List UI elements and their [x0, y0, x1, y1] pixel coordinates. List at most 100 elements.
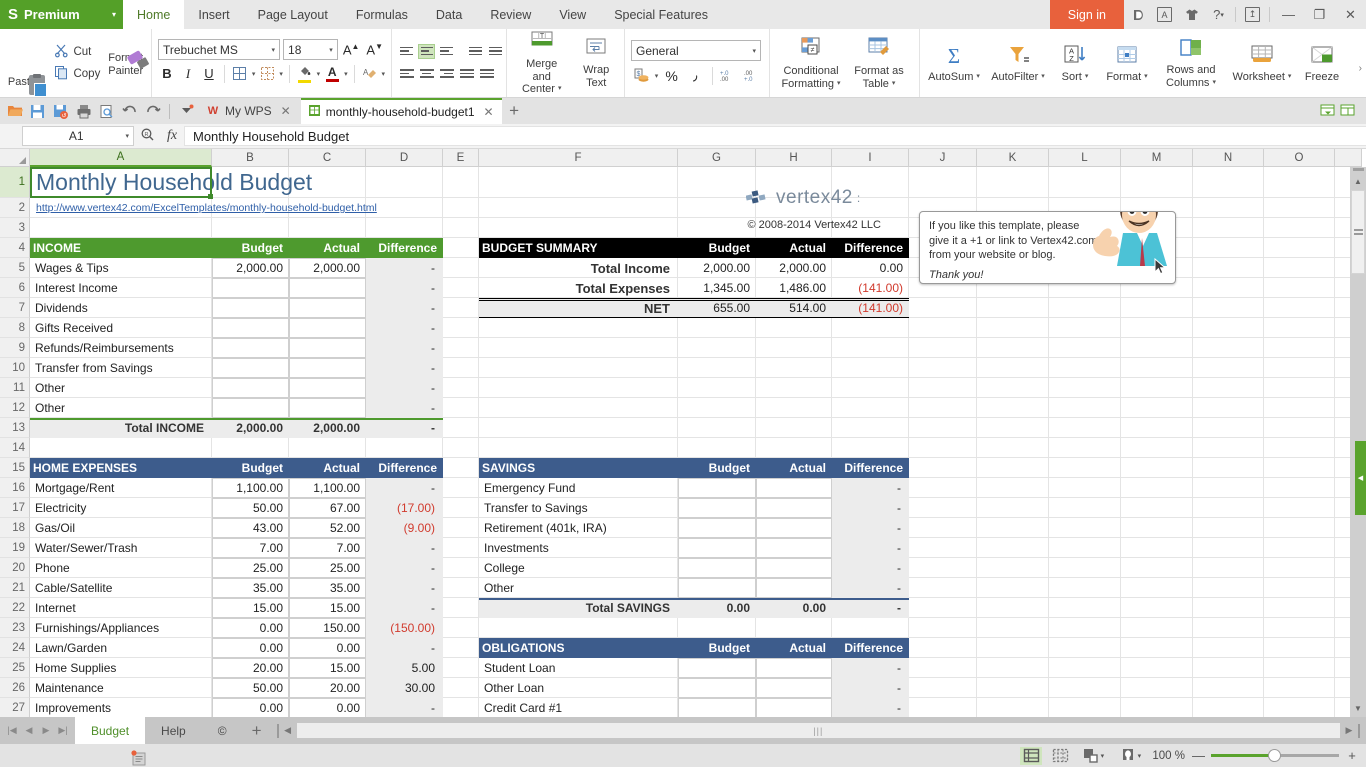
- worksheet-button[interactable]: Worksheet▾: [1226, 31, 1298, 95]
- italic-button[interactable]: I: [179, 63, 197, 84]
- home-expenses-row-budget[interactable]: 1,100.00: [212, 478, 289, 498]
- home-expenses-row-label[interactable]: Electricity: [32, 498, 210, 518]
- income-row-label[interactable]: Refunds/Reimbursements: [32, 338, 210, 358]
- column-header-L[interactable]: L: [1049, 149, 1121, 167]
- savings-row-budget[interactable]: [678, 578, 756, 598]
- normal-view-icon[interactable]: [1020, 747, 1042, 765]
- column-header-M[interactable]: M: [1121, 149, 1193, 167]
- sort-button[interactable]: AZ Sort▾: [1052, 31, 1098, 95]
- home-expenses-row-label[interactable]: Water/Sewer/Trash: [32, 538, 210, 558]
- obligations-row-label[interactable]: Other Loan: [481, 678, 676, 698]
- savings-row-label[interactable]: College: [481, 558, 676, 578]
- home-expenses-row-actual[interactable]: 7.00: [289, 538, 366, 558]
- row-header-16[interactable]: 16: [0, 478, 30, 498]
- autosum-button[interactable]: Σ AutoSum▾: [924, 31, 984, 95]
- currency-icon[interactable]: $: [631, 65, 652, 86]
- obligations-row-budget[interactable]: [678, 658, 756, 678]
- chevron-down-icon[interactable]: ▾: [382, 70, 386, 78]
- home-expenses-row-actual[interactable]: 25.00: [289, 558, 366, 578]
- row-header-25[interactable]: 25: [0, 658, 30, 678]
- horizontal-scroll-thumb[interactable]: |||: [297, 723, 1340, 738]
- income-row-budget[interactable]: [212, 378, 289, 398]
- scroll-left-arrow-icon[interactable]: ◀: [282, 725, 294, 736]
- obligations-row-budget[interactable]: [678, 698, 756, 717]
- home-expenses-row-label[interactable]: Phone: [32, 558, 210, 578]
- font-size-combo[interactable]: 18 ▾: [283, 39, 338, 60]
- help-icon[interactable]: ?▾: [1205, 0, 1232, 29]
- save-icon[interactable]: [27, 101, 48, 122]
- row-header-18[interactable]: 18: [0, 518, 30, 538]
- copy-button[interactable]: Copy: [50, 64, 104, 84]
- fill-color-button[interactable]: [296, 63, 314, 84]
- scroll-up-arrow-icon[interactable]: ▲: [1350, 173, 1366, 190]
- paste-button[interactable]: Paste ▾: [4, 31, 46, 95]
- next-sheet-button[interactable]: ▶: [38, 725, 54, 736]
- align-middle-button[interactable]: [418, 44, 435, 59]
- align-center-button[interactable]: [418, 66, 435, 81]
- redo-icon[interactable]: [142, 101, 163, 122]
- home-expenses-row-actual[interactable]: 52.00: [289, 518, 366, 538]
- collapse-ribbon-icon[interactable]: [1320, 103, 1336, 120]
- home-expenses-row-actual[interactable]: 0.00: [289, 638, 366, 658]
- column-header-F[interactable]: F: [479, 149, 678, 167]
- row-header-2[interactable]: 2: [0, 198, 30, 218]
- home-expenses-row-budget[interactable]: 0.00: [212, 638, 289, 658]
- shrink-font-button[interactable]: A▼: [364, 42, 385, 57]
- home-expenses-row-actual[interactable]: 15.00: [289, 658, 366, 678]
- scroll-down-arrow-icon[interactable]: ▼: [1350, 700, 1366, 717]
- home-expenses-row-budget[interactable]: 0.00: [212, 698, 289, 717]
- comma-style-button[interactable]: ٫: [685, 65, 706, 86]
- savings-row-label[interactable]: Other: [481, 578, 676, 598]
- column-header-C[interactable]: C: [289, 149, 366, 167]
- income-row-actual[interactable]: [289, 398, 366, 418]
- zoom-slider[interactable]: [1211, 754, 1339, 757]
- freeze-panes-button[interactable]: Freeze: [1298, 31, 1346, 95]
- row-header-13[interactable]: 13: [0, 418, 30, 438]
- restore-button[interactable]: ❐: [1304, 0, 1335, 29]
- home-expenses-row-label[interactable]: Improvements: [32, 698, 210, 717]
- sign-in-button[interactable]: Sign in: [1050, 0, 1124, 29]
- open-folder-icon[interactable]: [4, 101, 25, 122]
- income-row-label[interactable]: Other: [32, 378, 210, 398]
- merge-and-center-button[interactable]: T Merge and Center▾: [511, 31, 572, 95]
- document-notification-icon[interactable]: [130, 750, 148, 766]
- wrap-text-button[interactable]: Wrap Text: [572, 31, 620, 95]
- row-header-11[interactable]: 11: [0, 378, 30, 398]
- underline-button[interactable]: U: [200, 63, 218, 84]
- income-row-budget[interactable]: [212, 298, 289, 318]
- scroll-right-arrow-icon[interactable]: ▶: [1343, 725, 1355, 736]
- percent-style-button[interactable]: %: [661, 65, 682, 86]
- income-row-actual[interactable]: [289, 358, 366, 378]
- column-header-O[interactable]: O: [1264, 149, 1335, 167]
- border-style-icon[interactable]: [258, 63, 276, 84]
- income-row-actual[interactable]: 2,000.00: [289, 258, 366, 278]
- doc-tab-monthly-household-budget1[interactable]: monthly-household-budget1 ✕: [301, 98, 502, 124]
- chevron-down-icon[interactable]: ▾: [279, 70, 283, 78]
- home-expenses-row-budget[interactable]: 35.00: [212, 578, 289, 598]
- home-expenses-row-actual[interactable]: 1,100.00: [289, 478, 366, 498]
- obligations-row-actual[interactable]: [756, 658, 832, 678]
- close-icon[interactable]: ✕: [281, 104, 291, 118]
- column-header-B[interactable]: B: [212, 149, 289, 167]
- menu-home[interactable]: Home: [123, 0, 184, 29]
- home-expenses-row-budget[interactable]: 7.00: [212, 538, 289, 558]
- home-expenses-row-label[interactable]: Furnishings/Appliances: [32, 618, 210, 638]
- summary-row-actual[interactable]: 2,000.00: [756, 258, 826, 278]
- sheet-tab-copyright[interactable]: ©: [202, 717, 243, 744]
- home-expenses-row-budget[interactable]: 50.00: [212, 498, 289, 518]
- print-preview-icon[interactable]: [96, 101, 117, 122]
- insert-function-icon[interactable]: fx: [160, 128, 184, 144]
- income-row-label[interactable]: Wages & Tips: [32, 258, 210, 278]
- column-header-I[interactable]: I: [832, 149, 909, 167]
- savings-row-actual[interactable]: [756, 578, 832, 598]
- savings-row-label[interactable]: Emergency Fund: [481, 478, 676, 498]
- vertical-scrollbar[interactable]: ▲ ◀ ▼: [1350, 167, 1366, 717]
- increase-decimal-icon[interactable]: +.0.00: [719, 65, 740, 86]
- obligations-row-label[interactable]: Student Loan: [481, 658, 676, 678]
- customize-icon[interactable]: [176, 101, 197, 122]
- savings-row-budget[interactable]: [678, 478, 756, 498]
- row-header-22[interactable]: 22: [0, 598, 30, 618]
- sheet-tab-help[interactable]: Help: [145, 717, 202, 744]
- income-row-actual[interactable]: [289, 378, 366, 398]
- format-button[interactable]: Format▾: [1098, 31, 1156, 95]
